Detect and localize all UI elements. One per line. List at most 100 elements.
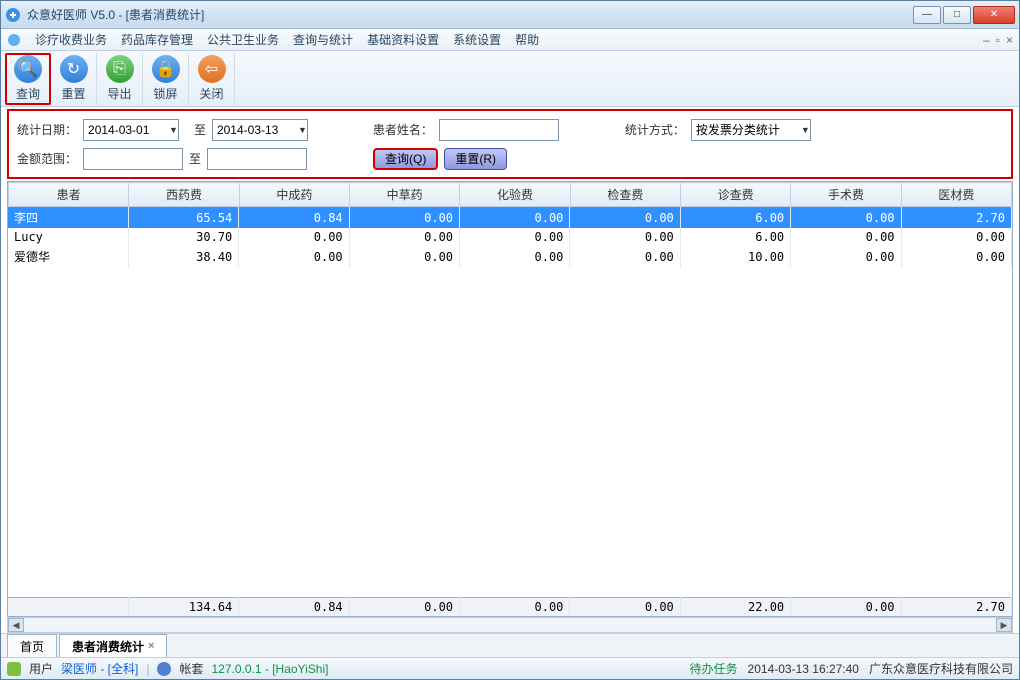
tab-current[interactable]: 患者消费统计× — [59, 634, 167, 658]
scroll-right-icon[interactable]: ▶ — [996, 618, 1012, 632]
window-title: 众意好医师 V5.0 - [患者消费统计] — [27, 6, 913, 23]
tab-home[interactable]: 首页 — [7, 634, 57, 658]
exit-icon: ⇦ — [198, 55, 226, 83]
refresh-icon: ↻ — [60, 55, 88, 83]
document-tabs: 首页 患者消费统计× — [1, 633, 1019, 657]
export-icon: ⎘ — [106, 55, 134, 83]
amount-to-label: 至 — [189, 150, 201, 167]
toolbar-export-button[interactable]: ⎘ 导出 — [97, 53, 143, 105]
value-cell: 0.00 — [349, 207, 459, 228]
value-cell: 0.00 — [570, 228, 680, 246]
amount-to-input[interactable] — [207, 148, 307, 170]
status-time: 2014-03-13 16:27:40 — [748, 662, 859, 676]
table-row[interactable]: Lucy30.700.000.000.000.006.000.000.00 — [8, 228, 1012, 246]
column-header[interactable]: 中草药 — [350, 183, 460, 207]
date-from-input[interactable] — [83, 119, 179, 141]
column-header[interactable]: 医材费 — [901, 183, 1011, 207]
date-label: 统计日期： — [17, 121, 77, 138]
user-icon — [7, 662, 21, 676]
totals-cell: 0.00 — [460, 598, 570, 617]
totals-cell: 0.84 — [239, 598, 349, 617]
menu-system[interactable]: 系统设置 — [453, 31, 501, 48]
maximize-button[interactable]: □ — [943, 6, 971, 24]
value-cell: 0.00 — [791, 207, 901, 228]
patient-name-cell: 李四 — [8, 207, 128, 228]
value-cell: 10.00 — [680, 246, 790, 267]
value-cell: 6.00 — [680, 207, 790, 228]
menu-billing[interactable]: 诊疗收费业务 — [35, 31, 107, 48]
column-header[interactable]: 诊查费 — [681, 183, 791, 207]
toolbar-export-label: 导出 — [107, 85, 131, 102]
menubar: 诊疗收费业务 药品库存管理 公共卫生业务 查询与统计 基础资料设置 系统设置 帮… — [1, 29, 1019, 51]
amount-label: 金额范围： — [17, 150, 77, 167]
totals-cell: 0.00 — [570, 598, 680, 617]
stat-method-label: 统计方式： — [625, 121, 685, 138]
value-cell: 0.00 — [901, 246, 1011, 267]
toolbar-lock-label: 锁屏 — [153, 85, 177, 102]
date-to-input[interactable] — [212, 119, 308, 141]
mdi-close-icon[interactable]: × — [1006, 33, 1013, 47]
value-cell: 0.00 — [239, 228, 349, 246]
close-button[interactable]: ✕ — [973, 6, 1015, 24]
totals-cell — [8, 598, 128, 617]
toolbar-reset-label: 重置 — [61, 85, 85, 102]
status-todo-link[interactable]: 待办任务 — [690, 660, 738, 677]
mdi-restore-icon[interactable]: ▫ — [996, 33, 1000, 47]
toolbar-reset-button[interactable]: ↻ 重置 — [51, 53, 97, 105]
toolbar: 🔍 查询 ↻ 重置 ⎘ 导出 🔒 锁屏 ⇦ 关闭 — [1, 51, 1019, 107]
column-header[interactable]: 中成药 — [239, 183, 349, 207]
patient-name-cell: Lucy — [8, 228, 128, 246]
menu-public-health[interactable]: 公共卫生业务 — [207, 31, 279, 48]
column-header[interactable]: 西药费 — [129, 183, 239, 207]
filter-reset-button[interactable]: 重置(R) — [444, 148, 507, 170]
toolbar-query-button[interactable]: 🔍 查询 — [5, 53, 51, 105]
value-cell: 6.00 — [680, 228, 790, 246]
lock-icon: 🔒 — [152, 55, 180, 83]
amount-from-input[interactable] — [83, 148, 183, 170]
data-table: 患者西药费中成药中草药化验费检查费诊查费手术费医材费 李四65.540.840.… — [7, 181, 1013, 617]
app-icon — [5, 7, 21, 23]
totals-cell: 22.00 — [680, 598, 790, 617]
value-cell: 0.00 — [349, 228, 459, 246]
table-row[interactable]: 爱德华38.400.000.000.000.0010.000.000.00 — [8, 246, 1012, 267]
method-dropdown-icon[interactable]: ▼ — [801, 125, 810, 135]
totals-cell: 134.64 — [128, 598, 238, 617]
date-to-dropdown-icon[interactable]: ▼ — [298, 125, 307, 135]
column-header[interactable]: 化验费 — [460, 183, 570, 207]
value-cell: 0.00 — [570, 246, 680, 267]
value-cell: 0.00 — [349, 246, 459, 267]
toolbar-query-label: 查询 — [16, 85, 40, 102]
column-header[interactable]: 检查费 — [570, 183, 680, 207]
status-acct-value: 127.0.0.1 - [HaoYiShi] — [212, 662, 329, 676]
value-cell: 0.84 — [239, 207, 349, 228]
tab-close-icon[interactable]: × — [148, 640, 154, 652]
value-cell: 30.70 — [128, 228, 238, 246]
menu-base-data[interactable]: 基础资料设置 — [367, 31, 439, 48]
date-from-dropdown-icon[interactable]: ▼ — [169, 125, 178, 135]
minimize-button[interactable]: — — [913, 6, 941, 24]
column-header[interactable]: 手术费 — [791, 183, 901, 207]
menu-icon — [7, 33, 21, 47]
search-icon: 🔍 — [14, 55, 42, 83]
value-cell: 0.00 — [460, 246, 570, 267]
status-user-link[interactable]: 梁医师 - [全科] — [61, 660, 138, 677]
value-cell: 0.00 — [460, 207, 570, 228]
value-cell: 0.00 — [901, 228, 1011, 246]
horizontal-scrollbar[interactable]: ◀ ▶ — [7, 617, 1013, 633]
patient-name-cell: 爱德华 — [8, 246, 128, 267]
column-header[interactable]: 患者 — [9, 183, 129, 207]
value-cell: 2.70 — [901, 207, 1011, 228]
filter-panel: 统计日期： ▼ 至 ▼ 患者姓名： 统计方式： ▼ 金额范围： 至 查询(Q) … — [7, 109, 1013, 179]
filter-query-button[interactable]: 查询(Q) — [373, 148, 438, 170]
scroll-left-icon[interactable]: ◀ — [8, 618, 24, 632]
mdi-minimize-icon[interactable]: – — [983, 33, 990, 47]
toolbar-close-label: 关闭 — [199, 85, 223, 102]
toolbar-close-button[interactable]: ⇦ 关闭 — [189, 53, 235, 105]
menu-query-stats[interactable]: 查询与统计 — [293, 31, 353, 48]
stat-method-select[interactable] — [691, 119, 811, 141]
table-row[interactable]: 李四65.540.840.000.000.006.000.002.70 — [8, 207, 1012, 228]
patient-name-input[interactable] — [439, 119, 559, 141]
toolbar-lock-button[interactable]: 🔒 锁屏 — [143, 53, 189, 105]
menu-inventory[interactable]: 药品库存管理 — [121, 31, 193, 48]
menu-help[interactable]: 帮助 — [515, 31, 539, 48]
